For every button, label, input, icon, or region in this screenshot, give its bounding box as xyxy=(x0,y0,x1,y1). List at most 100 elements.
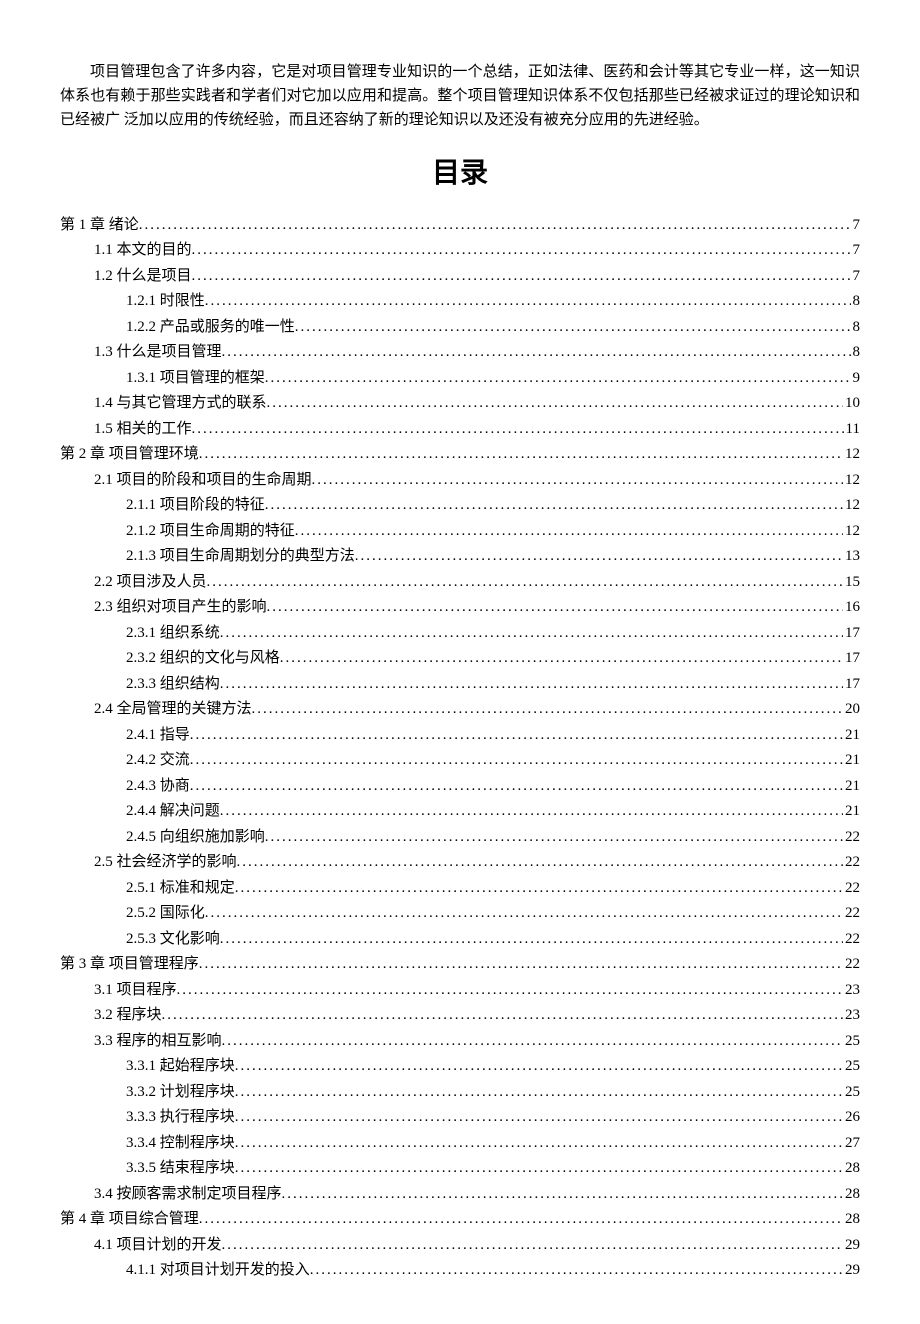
toc-entry[interactable]: 2.4.5 向组织施加影响22 xyxy=(60,825,860,851)
toc-dots xyxy=(192,264,851,290)
toc-entry-page: 22 xyxy=(843,876,860,902)
toc-dots xyxy=(177,978,843,1004)
toc-entry-label: 2.5 社会经济学的影响 xyxy=(94,850,237,876)
toc-entry[interactable]: 4.1 项目计划的开发29 xyxy=(60,1233,860,1259)
toc-dots xyxy=(192,417,844,443)
toc-entry[interactable]: 3.3.3 执行程序块26 xyxy=(60,1105,860,1131)
toc-entry[interactable]: 1.3.1 项目管理的框架9 xyxy=(60,366,860,392)
toc-dots xyxy=(139,213,851,239)
toc-entry[interactable]: 第 1 章 绪论7 xyxy=(60,213,860,239)
toc-entry[interactable]: 第 3 章 项目管理程序22 xyxy=(60,952,860,978)
toc-entry-page: 8 xyxy=(851,289,861,315)
toc-entry-label: 2.1 项目的阶段和项目的生命周期 xyxy=(94,468,312,494)
toc-entry-label: 2.4 全局管理的关键方法 xyxy=(94,697,252,723)
toc-entry[interactable]: 2.1.3 项目生命周期划分的典型方法13 xyxy=(60,544,860,570)
toc-entry[interactable]: 1.5 相关的工作 11 xyxy=(60,417,860,443)
toc-entry[interactable]: 3.3.5 结束程序块 28 xyxy=(60,1156,860,1182)
toc-entry-label: 3.4 按顾客需求制定项目程序 xyxy=(94,1182,282,1208)
toc-entry[interactable]: 2.5.2 国际化22 xyxy=(60,901,860,927)
toc-entry-page: 28 xyxy=(843,1156,860,1182)
toc-entry[interactable]: 2.3.2 组织的文化与风格 17 xyxy=(60,646,860,672)
toc-entry-label: 2.4.3 协商 xyxy=(126,774,190,800)
toc-entry-page: 17 xyxy=(843,646,860,672)
toc-entry-label: 3.2 程序块 xyxy=(94,1003,162,1029)
toc-entry-page: 7 xyxy=(851,238,861,264)
toc-entry[interactable]: 2.3.3 组织结构17 xyxy=(60,672,860,698)
toc-entry-page: 29 xyxy=(843,1233,860,1259)
toc-entry[interactable]: 3.1 项目程序23 xyxy=(60,978,860,1004)
toc-entry[interactable]: 4.1.1 对项目计划开发的投入29 xyxy=(60,1258,860,1284)
toc-entry[interactable]: 2.5.3 文化影响22 xyxy=(60,927,860,953)
toc-entry-page: 27 xyxy=(843,1131,860,1157)
toc-dots xyxy=(192,238,851,264)
toc-entry-label: 2.3.2 组织的文化与风格 xyxy=(126,646,280,672)
toc-entry-page: 7 xyxy=(851,264,861,290)
toc-entry[interactable]: 3.3.4 控制程序块27 xyxy=(60,1131,860,1157)
toc-entry-page: 20 xyxy=(843,697,860,723)
toc-entry[interactable]: 2.3 组织对项目产生的影响16 xyxy=(60,595,860,621)
toc-entry[interactable]: 第 4 章 项目综合管理28 xyxy=(60,1207,860,1233)
toc-entry-label: 2.4.5 向组织施加影响 xyxy=(126,825,265,851)
toc-entry[interactable]: 2.1 项目的阶段和项目的生命周期12 xyxy=(60,468,860,494)
toc-entry[interactable]: 2.4.3 协商21 xyxy=(60,774,860,800)
toc-entry[interactable]: 2.1.2 项目生命周期的特征12 xyxy=(60,519,860,545)
toc-dots xyxy=(310,1258,843,1284)
toc-entry[interactable]: 1.2.1 时限性8 xyxy=(60,289,860,315)
toc-dots xyxy=(222,340,851,366)
toc-title: 目录 xyxy=(60,152,860,197)
toc-entry-page: 17 xyxy=(843,621,860,647)
toc-dots xyxy=(252,697,843,723)
toc-entry-label: 3.3.2 计划程序块 xyxy=(126,1080,235,1106)
toc-entry-label: 3.3.5 结束程序块 xyxy=(126,1156,235,1182)
toc-entry[interactable]: 2.3.1 组织系统 17 xyxy=(60,621,860,647)
toc-entry[interactable]: 1.1 本文的目的7 xyxy=(60,238,860,264)
toc-entry[interactable]: 3.3.1 起始程序块25 xyxy=(60,1054,860,1080)
toc-entry[interactable]: 第 2 章 项目管理环境12 xyxy=(60,442,860,468)
toc-dots xyxy=(205,901,843,927)
toc-entry-label: 1.4 与其它管理方式的联系 xyxy=(94,391,267,417)
toc-entry-page: 21 xyxy=(843,799,860,825)
toc-dots xyxy=(207,570,843,596)
table-of-contents: 第 1 章 绪论71.1 本文的目的71.2 什么是项目71.2.1 时限性81… xyxy=(60,213,860,1284)
toc-dots xyxy=(355,544,843,570)
toc-entry[interactable]: 2.5.1 标准和规定22 xyxy=(60,876,860,902)
toc-dots xyxy=(222,1029,843,1055)
toc-entry-page: 10 xyxy=(843,391,860,417)
toc-dots xyxy=(312,468,843,494)
toc-entry-label: 第 3 章 项目管理程序 xyxy=(60,952,199,978)
toc-entry-page: 11 xyxy=(844,417,860,443)
toc-entry-page: 8 xyxy=(851,315,861,341)
toc-dots xyxy=(295,315,851,341)
toc-entry-label: 1.5 相关的工作 xyxy=(94,417,192,443)
toc-entry[interactable]: 3.3.2 计划程序块 25 xyxy=(60,1080,860,1106)
toc-entry[interactable]: 2.4 全局管理的关键方法 20 xyxy=(60,697,860,723)
toc-entry-label: 2.5.3 文化影响 xyxy=(126,927,220,953)
toc-entry-label: 2.1.1 项目阶段的特征 xyxy=(126,493,265,519)
toc-entry-label: 第 4 章 项目综合管理 xyxy=(60,1207,199,1233)
toc-entry-page: 23 xyxy=(843,1003,860,1029)
toc-entry[interactable]: 1.4 与其它管理方式的联系 10 xyxy=(60,391,860,417)
toc-entry-label: 4.1.1 对项目计划开发的投入 xyxy=(126,1258,310,1284)
toc-entry[interactable]: 2.2 项目涉及人员15 xyxy=(60,570,860,596)
toc-entry-label: 2.3.1 组织系统 xyxy=(126,621,220,647)
toc-entry[interactable]: 3.3 程序的相互影响25 xyxy=(60,1029,860,1055)
toc-entry[interactable]: 2.4.4 解决问题21 xyxy=(60,799,860,825)
intro-paragraph: 项目管理包含了许多内容，它是对项目管理专业知识的一个总结，正如法律、医药和会计等… xyxy=(60,60,860,132)
toc-dots xyxy=(190,748,843,774)
toc-entry[interactable]: 1.2 什么是项目7 xyxy=(60,264,860,290)
toc-entry-label: 3.3.1 起始程序块 xyxy=(126,1054,235,1080)
toc-entry[interactable]: 2.4.2 交流21 xyxy=(60,748,860,774)
toc-entry[interactable]: 1.2.2 产品或服务的唯一性8 xyxy=(60,315,860,341)
toc-entry-page: 21 xyxy=(843,723,860,749)
toc-entry[interactable]: 3.2 程序块 23 xyxy=(60,1003,860,1029)
toc-entry[interactable]: 2.1.1 项目阶段的特征12 xyxy=(60,493,860,519)
toc-entry[interactable]: 2.4.1 指导21 xyxy=(60,723,860,749)
toc-entry[interactable]: 3.4 按顾客需求制定项目程序 28 xyxy=(60,1182,860,1208)
toc-dots xyxy=(267,595,843,621)
toc-entry-page: 7 xyxy=(851,213,861,239)
toc-dots xyxy=(220,799,843,825)
toc-entry[interactable]: 2.5 社会经济学的影响22 xyxy=(60,850,860,876)
toc-entry-page: 25 xyxy=(843,1080,860,1106)
toc-entry-page: 28 xyxy=(843,1182,860,1208)
toc-entry[interactable]: 1.3 什么是项目管理8 xyxy=(60,340,860,366)
